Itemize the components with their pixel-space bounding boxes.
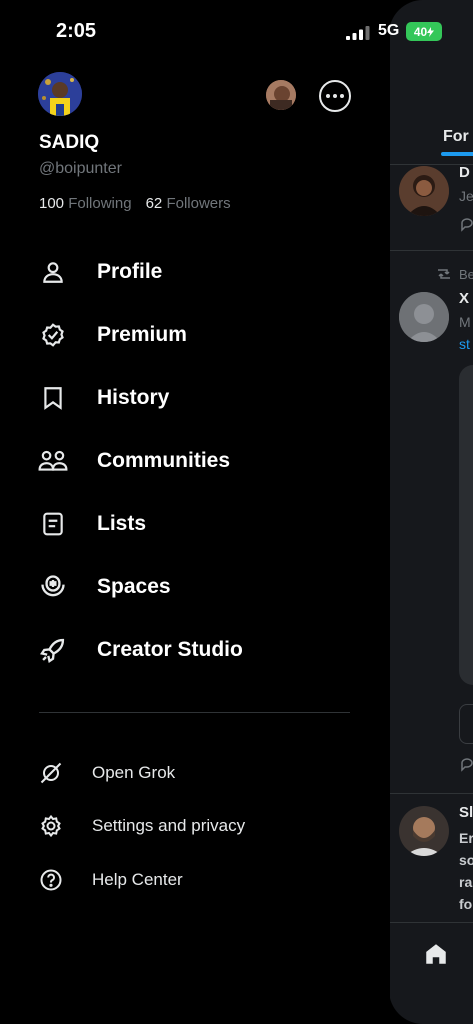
status-bar: 2:05 5G 40 — [0, 0, 473, 64]
battery-icon: 40 — [406, 22, 442, 41]
menu-item-creator-studio[interactable]: Creator Studio — [0, 618, 390, 681]
signal-icon — [346, 26, 370, 40]
reply-icon[interactable] — [459, 216, 473, 232]
post-text-line: ra — [459, 874, 473, 890]
display-name[interactable]: SADIQ — [39, 132, 99, 154]
post-author[interactable]: X — [459, 290, 469, 307]
post-text: M — [459, 314, 471, 330]
avatar[interactable] — [399, 806, 449, 856]
post-author[interactable]: D — [459, 164, 470, 181]
menu-item-label: Spaces — [97, 574, 171, 598]
list-icon — [38, 509, 68, 539]
people-icon — [38, 446, 68, 476]
more-options-button[interactable] — [319, 80, 351, 112]
menu-item-label: History — [97, 385, 170, 409]
divider — [389, 250, 473, 251]
menu-item-lists[interactable]: Lists — [0, 492, 390, 555]
menu-item-settings[interactable]: Settings and privacy — [0, 800, 390, 854]
media-card[interactable] — [459, 365, 473, 685]
post-text-line: so — [459, 852, 473, 868]
menu-item-premium[interactable]: Premium — [0, 303, 390, 366]
post-author[interactable]: Sl — [459, 804, 473, 821]
divider — [39, 712, 350, 713]
menu-item-open-grok[interactable]: Open Grok — [0, 746, 390, 800]
avatar[interactable] — [399, 292, 449, 342]
menu-item-label: Premium — [97, 322, 187, 346]
repost-icon — [438, 269, 450, 279]
verified-badge-icon — [38, 320, 68, 350]
followers-link[interactable]: 62 Followers — [146, 195, 231, 212]
following-label: Following — [68, 195, 132, 212]
follow-stats: 100 Following 62 Followers — [39, 195, 231, 212]
rocket-icon — [38, 635, 68, 665]
tab-for-you[interactable]: For — [443, 128, 469, 146]
timeline-behind-drawer[interactable]: For D Je Be X M st Sl Er so ra fo — [389, 0, 473, 1024]
avatar[interactable] — [399, 166, 449, 216]
menu-item-profile[interactable]: Profile — [0, 240, 390, 303]
post-text-line: fo — [459, 896, 473, 912]
person-icon — [38, 257, 68, 287]
menu-item-communities[interactable]: Communities — [0, 429, 390, 492]
drawer-menu: Profile Premium History Communities List… — [0, 240, 390, 681]
status-time: 2:05 — [56, 20, 97, 42]
link-card[interactable] — [459, 704, 473, 744]
account-switcher-avatar[interactable] — [266, 80, 296, 110]
menu-item-label: Communities — [97, 448, 231, 472]
menu-item-label: Open Grok — [92, 762, 176, 782]
menu-item-label: Settings and privacy — [92, 816, 246, 836]
tab-underline — [441, 152, 473, 156]
reply-icon[interactable] — [459, 756, 473, 772]
menu-item-label: Creator Studio — [97, 637, 243, 661]
followers-count: 62 — [145, 195, 163, 212]
dot-icon — [340, 94, 344, 98]
divider — [389, 793, 473, 794]
following-count: 100 — [39, 195, 65, 212]
following-link[interactable]: 100 Following — [39, 195, 132, 212]
battery-level: 40 — [413, 24, 428, 39]
menu-item-label: Lists — [97, 511, 147, 535]
menu-item-spaces[interactable]: Spaces — [0, 555, 390, 618]
menu-item-history[interactable]: History — [0, 366, 390, 429]
bookmark-icon — [38, 383, 68, 413]
side-drawer: SADIQ @boipunter 100 Following 62 Followe… — [0, 0, 390, 1024]
menu-item-help-center[interactable]: Help Center — [0, 853, 390, 907]
menu-item-label: Profile — [97, 259, 163, 283]
gear-icon — [38, 813, 64, 839]
menu-item-label: Help Center — [92, 869, 183, 889]
repost-label: Be — [459, 267, 473, 282]
bottom-nav — [389, 922, 473, 1024]
network-type: 5G — [378, 22, 400, 39]
drawer-secondary-menu: Open Grok Settings and privacy Help Cent… — [0, 746, 390, 907]
help-icon — [38, 867, 64, 893]
dot-icon — [333, 94, 337, 98]
user-handle[interactable]: @boipunter — [39, 160, 122, 178]
post-text-line: Er — [459, 830, 473, 846]
avatar[interactable] — [38, 72, 82, 116]
dot-icon — [326, 94, 330, 98]
post-text: Je — [459, 188, 473, 204]
charging-bolt-icon — [427, 26, 435, 37]
post-link[interactable]: st — [459, 336, 470, 352]
followers-label: Followers — [166, 195, 231, 212]
microphone-icon — [38, 572, 68, 602]
home-icon[interactable] — [423, 941, 449, 967]
grok-icon — [38, 760, 64, 786]
